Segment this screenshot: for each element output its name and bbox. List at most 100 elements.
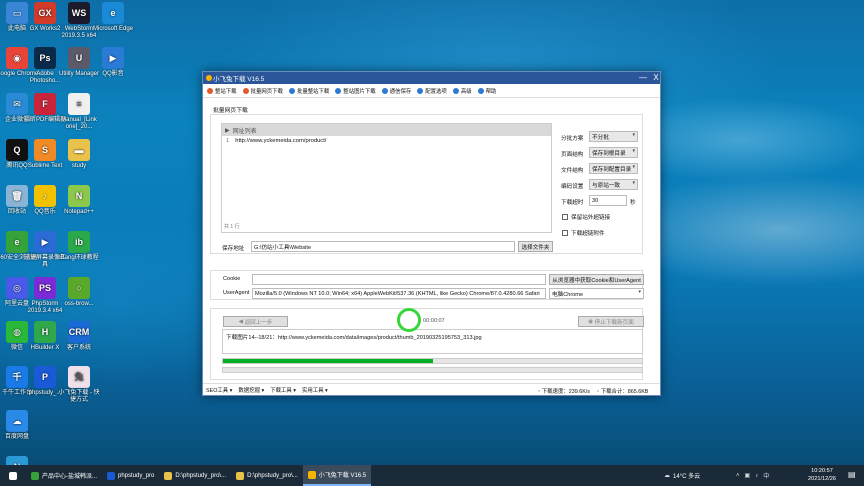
stop-download-button[interactable]: ◉ 停止下载新页面 xyxy=(578,316,644,327)
file-structure-select[interactable]: 保存到配置目录 ▾ xyxy=(589,163,638,174)
volume-icon[interactable]: ♪ xyxy=(755,473,758,479)
app-icon: P xyxy=(34,366,56,388)
desktop-icon-label: Microsoft Edge xyxy=(92,26,134,32)
status-menu: SEO工具 ▾ 数据挖掘 ▾ 下载工具 ▾ 实用工具 ▾ xyxy=(203,386,328,394)
app-icon: CRM xyxy=(68,321,90,343)
download-attachments-checkbox[interactable]: 下载超链附件 xyxy=(562,229,605,237)
useragent-preset-select[interactable]: 电脑Chrome ▾ xyxy=(549,288,644,299)
fetch-cookie-button[interactable]: 从浏览器中获取Cookie和UserAgent xyxy=(549,274,644,285)
encoding-select[interactable]: 与原站一致 ▾ xyxy=(589,179,638,190)
collapse-arrow-icon: ▶ xyxy=(225,127,230,134)
save-path-input[interactable]: G:\仿站小工具\Website xyxy=(251,241,515,252)
desktop-icon-label: 小飞兔下载 - 快捷方式 xyxy=(58,390,100,403)
title-bar[interactable]: 小飞兔下载 V16.5 — X xyxy=(203,72,660,84)
taskbar-app[interactable]: phpstudy_pro xyxy=(102,465,159,486)
desktop-icon[interactable]: ib iBang环球教程 xyxy=(56,231,102,262)
line-count: 共 1 行 xyxy=(224,224,240,230)
taskbar: 产品中心-盐城韩派... phpstudy_pro D:\phpstudy_pro\… xyxy=(0,465,864,486)
url-list-editor[interactable]: ▶ 网址列表 1 http://www.yckemeida.com/produc… xyxy=(221,123,552,233)
status-menu-item[interactable]: 实用工具 ▾ xyxy=(302,386,328,394)
network-icon[interactable]: ▣ xyxy=(745,472,751,479)
status-menu-item[interactable]: SEO工具 ▾ xyxy=(206,386,232,394)
url-list-title: 网址列表 xyxy=(232,128,257,135)
file-structure-label: 文件结构 xyxy=(561,168,584,174)
start-button[interactable] xyxy=(0,465,26,486)
toolbar-item[interactable]: 高级 xyxy=(452,87,472,95)
desktop-icon[interactable]: ☁ 百度网盘 xyxy=(0,410,40,441)
scheme-select[interactable]: 不分批 ▾ xyxy=(589,131,638,142)
input-method-icon[interactable]: 中 xyxy=(763,471,769,480)
stop-button-label: 停止下载新页面 xyxy=(594,319,634,326)
desktop-icon[interactable]: 兔小飞兔下载 - 快捷方式 xyxy=(56,366,102,404)
useragent-value: Mozilla/5.0 (Windows NT 10.0; Win64; x64… xyxy=(255,290,540,297)
section-title: 批量网页下载 xyxy=(213,108,248,114)
timeout-input[interactable]: 30 xyxy=(589,195,627,206)
clock-date: 2021/12/26 xyxy=(808,476,836,482)
toolbar-item-icon xyxy=(335,88,342,94)
toolbar-item[interactable]: 批量整站下载 xyxy=(288,87,329,95)
toolbar-item[interactable]: 帮助 xyxy=(477,87,496,95)
close-button[interactable]: X xyxy=(650,72,662,84)
toolbar-item[interactable]: 整站下载 xyxy=(207,87,237,95)
clock[interactable]: 10:20:57 2021/12/26 xyxy=(808,467,836,483)
taskbar-app-label: D:\phpstudy_pro\... xyxy=(175,472,227,479)
page-structure-select[interactable]: 保存到根目录 ▾ xyxy=(589,147,638,158)
scheme-label: 分批方案 xyxy=(561,136,584,142)
desktop-icon[interactable]: ▶ QQ影音 xyxy=(90,47,136,78)
download-speed: ◔ 下载速度：239.6K/s xyxy=(537,387,590,395)
url-list-body[interactable]: 1 http://www.yckemeida.com/product/ xyxy=(222,138,551,220)
taskbar-app[interactable]: 小飞兔下载 V16.5 xyxy=(302,465,372,486)
cookie-panel: Cookie 从浏览器中获取Cookie和UserAgent UserAgent… xyxy=(210,270,644,300)
desktop-icon[interactable]: N Notepad++ xyxy=(56,185,102,216)
timeout-unit: 秒 xyxy=(630,200,636,206)
desktop-icon[interactable]: CRM 客户系统 xyxy=(56,321,102,352)
app-icon: ☁ xyxy=(6,410,28,432)
desktop-icon[interactable]: ○ oss-brow... xyxy=(56,277,102,308)
chevron-down-icon: ▾ xyxy=(259,387,265,394)
taskbar-app-icon xyxy=(31,471,39,480)
useragent-input[interactable]: Mozilla/5.0 (Windows NT 10.0; Win64; x64… xyxy=(252,288,546,299)
app-icon: U xyxy=(68,47,90,69)
weather-widget[interactable]: ☁ 14°C 多云 xyxy=(664,465,700,486)
download-log: 下载图片14--18/21：http://www.yckemeida.com/d… xyxy=(222,329,643,354)
toolbar-item[interactable]: 整站图片下载 xyxy=(335,87,376,95)
url-list-header[interactable]: ▶ 网址列表 xyxy=(222,124,551,136)
toolbar-item-icon xyxy=(477,88,484,94)
url-text[interactable]: http://www.yckemeida.com/product/ xyxy=(235,138,326,144)
clock-time: 10:20:57 xyxy=(811,468,833,474)
taskbar-app-icon xyxy=(107,471,115,480)
desktop-icon[interactable]: ▬ study xyxy=(56,139,102,170)
useragent-preset-value: 电脑Chrome xyxy=(552,291,584,298)
taskbar-app[interactable]: 产品中心-盐城韩派... xyxy=(26,465,102,486)
toolbar-item[interactable]: 通信保存 xyxy=(381,87,411,95)
taskbar-app[interactable]: D:\phpstudy_pro\... xyxy=(231,465,303,486)
notification-icon[interactable]: ▤ xyxy=(848,470,856,479)
status-menu-item[interactable]: 下载工具 ▾ xyxy=(270,386,296,394)
windows-icon xyxy=(9,471,17,480)
page-structure-value: 保存到根目录 xyxy=(592,150,626,157)
minimize-button[interactable]: — xyxy=(637,72,649,84)
desktop-icon-label: QQ音乐 xyxy=(34,209,56,215)
toolbar-item[interactable]: 批量网页下载 xyxy=(242,87,283,95)
status-menu-item[interactable]: 数据挖掘 ▾ xyxy=(238,386,264,394)
taskbar-app[interactable]: D:\phpstudy_pro\... xyxy=(159,465,231,486)
cookie-input[interactable] xyxy=(252,274,546,285)
toolbar-item[interactable]: 配置选项 xyxy=(417,87,447,95)
app-icon: ▶ xyxy=(102,47,124,69)
app-icon: e xyxy=(102,2,124,24)
status-menu-label: 实用工具 xyxy=(301,387,324,394)
toolbar-item-icon xyxy=(381,88,388,94)
chevron-up-icon[interactable]: ˄ xyxy=(736,473,740,479)
download-attach-label: 下载超链附件 xyxy=(571,231,605,237)
app-icon: WS xyxy=(68,2,90,24)
browse-folder-button[interactable]: 选择文件夹 xyxy=(518,241,553,252)
chevron-down-icon: ▾ xyxy=(632,164,635,170)
back-button[interactable]: ◀ 返回上一步 xyxy=(223,316,288,327)
app-icon: N xyxy=(68,185,90,207)
keep-external-links-checkbox[interactable]: 保留站外超链接 xyxy=(562,213,610,221)
desktop-icon-label: QQ影音 xyxy=(102,71,124,77)
desktop-icon[interactable]: ≡ Manual_[Link one]_20... xyxy=(56,93,102,131)
app-icon: ib xyxy=(68,231,90,253)
desktop-icon[interactable]: e Microsoft Edge xyxy=(90,2,136,33)
chevron-down-icon: ▾ xyxy=(323,387,328,394)
